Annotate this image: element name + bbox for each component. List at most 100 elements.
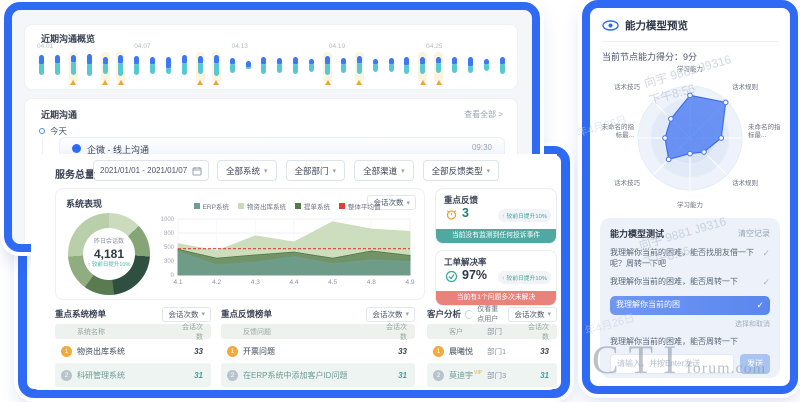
bar-capsule — [500, 57, 505, 74]
timeline-bar — [69, 52, 78, 82]
chat-input-row: 发送 — [610, 354, 770, 374]
bar-teal-segment — [373, 64, 378, 72]
bar-blue-segment — [357, 56, 362, 63]
metric-dropdown[interactable]: 会话次数▾ — [366, 307, 415, 322]
radar-axis-label: 未命名的指标最... — [600, 124, 634, 141]
filter-dropdown[interactable]: 全部反馈类型▾ — [423, 160, 500, 181]
bar-capsule — [261, 57, 266, 74]
bar-teal-segment — [389, 64, 394, 72]
timeline-bar — [85, 52, 94, 82]
bar-capsule — [87, 54, 92, 76]
donut-center: 昨日会话数 4,181 ↑ 较前日提升10% — [83, 228, 135, 280]
metric-dropdown[interactable]: 会话次数▾ — [162, 307, 211, 322]
bar-blue-segment — [103, 57, 108, 64]
check-icon: ✓ — [756, 299, 764, 312]
chevron-down-icon: ▾ — [201, 310, 205, 318]
rank-badge: 2 — [61, 370, 72, 381]
bar-teal-segment — [103, 64, 108, 74]
bar-teal-segment — [436, 63, 441, 73]
rank-badge: 2 — [433, 370, 444, 381]
date-range-picker[interactable]: 2021/01/01 - 2021/01/07 — [93, 160, 209, 181]
row-dept: 部门1 — [487, 346, 523, 357]
svg-text:4.9: 4.9 — [405, 279, 414, 286]
chat-input[interactable] — [610, 354, 734, 374]
bar-blue-segment — [341, 58, 346, 64]
filter-dropdown[interactable]: 全部渠道▾ — [354, 160, 414, 181]
bar-teal-segment — [87, 64, 92, 76]
key-users-toggle[interactable] — [465, 310, 473, 319]
bar-teal-segment — [71, 62, 76, 75]
row-value: 33 — [177, 347, 211, 356]
timeline-bar — [116, 52, 125, 82]
overview-timeline-chart — [37, 52, 507, 86]
bar-blue-segment — [134, 56, 139, 64]
bar-capsule — [436, 57, 441, 73]
column-name: 客户 — [427, 327, 487, 337]
svg-text:4.8: 4.8 — [367, 279, 376, 286]
bar-teal-segment — [468, 66, 473, 73]
bar-blue-segment — [39, 55, 44, 64]
table-row[interactable]: 1物资出库系统33 — [55, 339, 211, 363]
legend-item: ERP系统 — [194, 201, 229, 211]
service-total-label: 服务总量 — [55, 166, 95, 181]
chevron-down-icon: ▾ — [547, 310, 551, 318]
timeline-bar — [450, 52, 459, 82]
clear-records-link[interactable]: 清空记录 — [738, 228, 770, 239]
overview-date-axis: 04.0104.0704.1304.1904.25 — [37, 43, 507, 51]
metric-dropdown[interactable]: 会话次数▾ — [508, 307, 557, 322]
table-row[interactable]: 2科研管理系统31 — [55, 363, 211, 387]
date-tick: 04.07 — [134, 43, 150, 50]
svg-text:4.3: 4.3 — [251, 279, 260, 286]
bar-teal-segment — [357, 63, 362, 74]
bar-capsule — [71, 55, 76, 75]
capability-frame: 能力模型预览 当前节点能力得分：9分 学习能力话术规则未命名的指标最...话术规… — [582, 0, 798, 394]
bar-blue-segment — [182, 55, 187, 63]
timeline-bar — [339, 52, 348, 82]
filter-label: 全部反馈类型 — [432, 165, 483, 177]
check-circle-icon — [445, 270, 458, 283]
row-name: 开票问题 — [243, 346, 381, 357]
test-extra-item[interactable]: 我理解你当前的困难，能否周转一下 — [610, 336, 770, 347]
timeline-bar — [418, 52, 427, 82]
warning-triangle-icon — [213, 80, 219, 85]
test-item[interactable]: 我理解你当前的困难，能否找朋友借一下呢？周转一下吧✓ — [610, 247, 770, 269]
send-button[interactable]: 发送 — [740, 354, 770, 374]
legend-label: 物资出库系统 — [247, 201, 286, 211]
ticket-banner: 当前有1个问题多次未解决 — [436, 291, 556, 305]
ranking-table-1: 重点系统榜单会话次数▾系统名称会话次数1物资出库系统332科研管理系统31 — [55, 304, 211, 387]
bar-blue-segment — [277, 58, 282, 64]
recent-communication-overview-panel: 近期沟通概览 04.0104.0704.1304.1904.25 — [24, 24, 518, 90]
table-row[interactable]: 2莫迪宇VIP部门331 — [427, 363, 557, 387]
view-all-link[interactable]: 查看全部 > — [464, 109, 503, 120]
warning-triangle-icon — [436, 80, 442, 85]
bar-blue-segment — [55, 55, 60, 63]
table-row[interactable]: 1开票问题33 — [221, 339, 415, 363]
bar-blue-segment — [71, 55, 76, 62]
table-title: 重点系统榜单 — [55, 308, 106, 320]
radar-axis-label: 学习能力 — [677, 202, 703, 210]
test-item-selected[interactable]: 我理解你当前的困✓ — [610, 296, 770, 315]
bar-capsule — [404, 57, 409, 74]
bar-teal-segment — [484, 64, 489, 71]
bar-capsule — [198, 56, 203, 74]
bar-teal-segment — [420, 64, 425, 74]
row-value: 31 — [177, 371, 211, 380]
table-row[interactable]: 2在ERP系统中添加客户ID问题31 — [221, 363, 415, 387]
bar-blue-segment — [420, 57, 425, 64]
filter-dropdown[interactable]: 全部部门▾ — [286, 160, 346, 181]
bar-blue-segment — [404, 57, 409, 65]
timeline-bar — [307, 52, 316, 82]
legend-swatch — [194, 203, 200, 209]
feedback-delta-badge: ↑ 较前日提升10% — [498, 209, 551, 222]
timeline-bar — [228, 52, 237, 82]
table-row[interactable]: 1晨曦悦部门133 — [427, 339, 557, 363]
timeline-bar — [180, 52, 189, 82]
column-name: 反馈问题 — [221, 327, 381, 337]
test-item[interactable]: 我理解你当前的困难，能否周转一下✓ — [610, 276, 770, 289]
session-donut-chart: 昨日会话数 4,181 ↑ 较前日提升10% — [68, 213, 150, 295]
filter-label: 全部系统 — [226, 165, 260, 177]
filter-dropdown[interactable]: 全部系统▾ — [217, 160, 277, 181]
table-column-headers: 反馈问题会话次数 — [221, 324, 415, 339]
donut-center-value: 4,181 — [94, 246, 124, 262]
bar-blue-segment — [468, 57, 473, 66]
